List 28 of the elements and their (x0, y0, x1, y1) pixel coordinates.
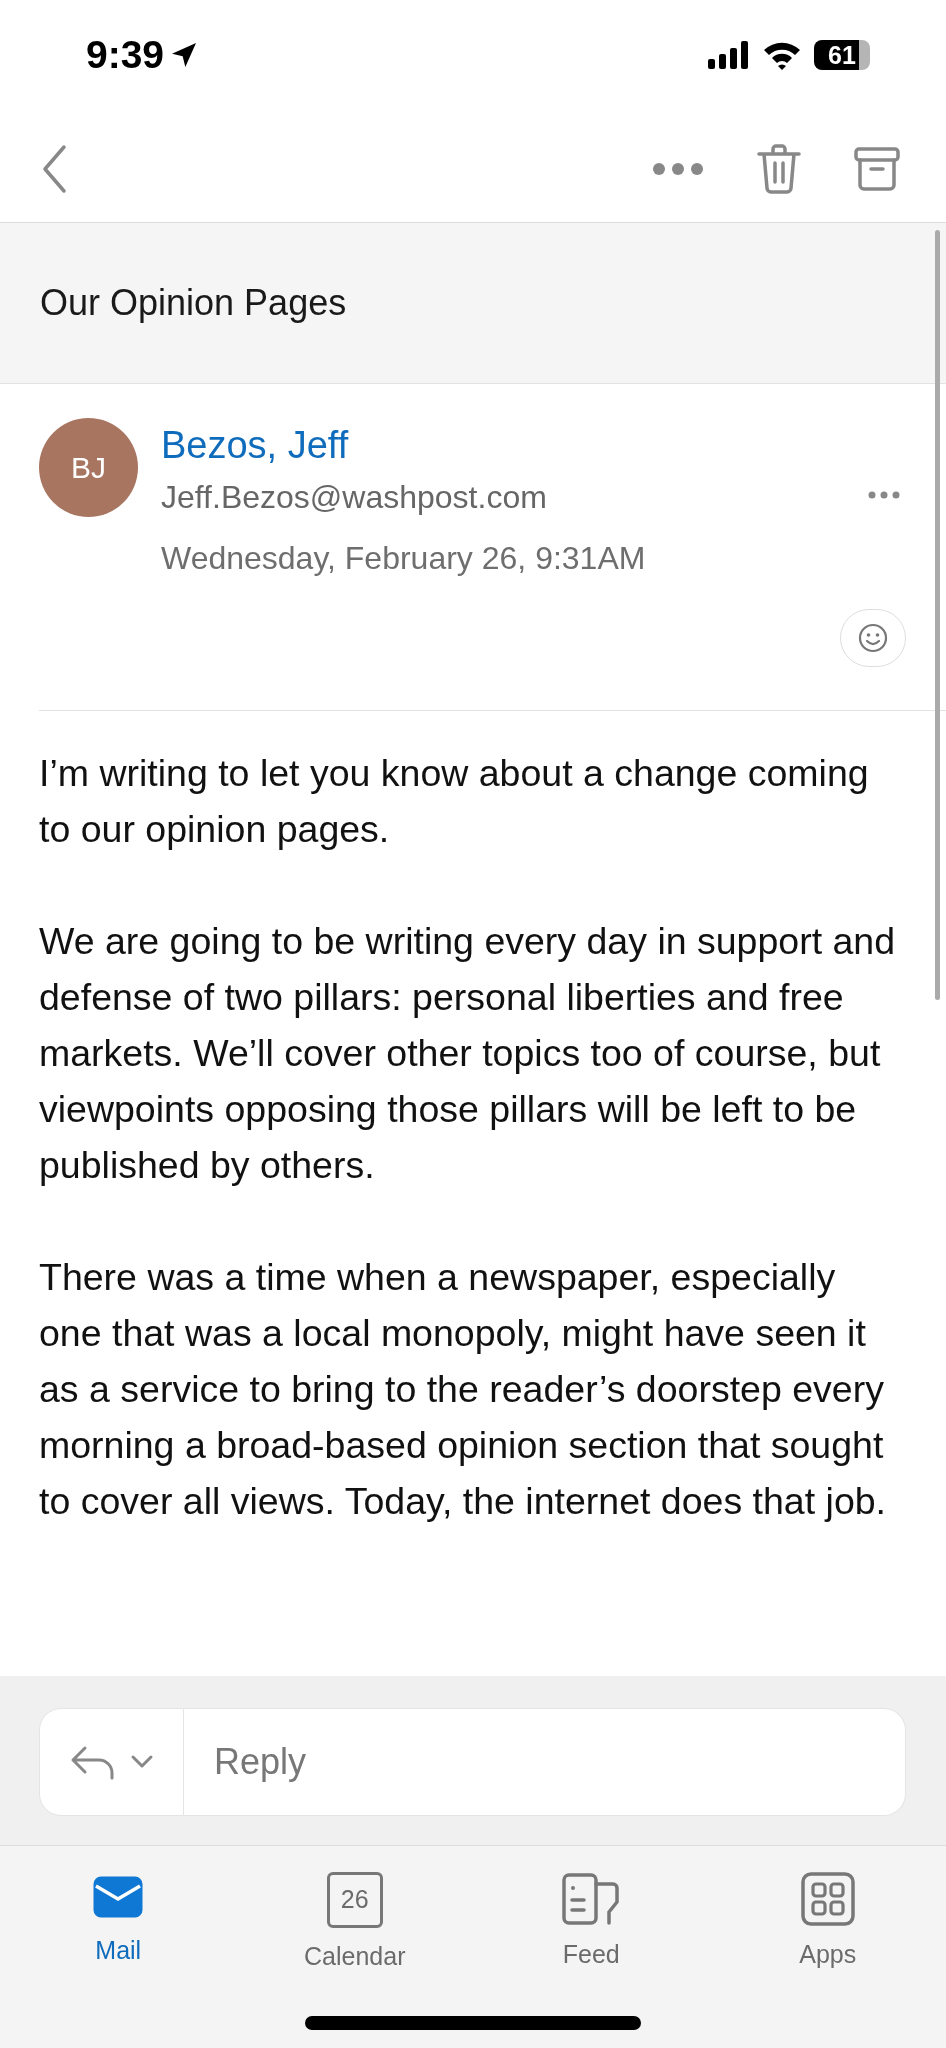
body-paragraph: There was a time when a newspaper, especially one that was a local monopoly, might have seen it as a service to bring to the reader’s doorstep every morning a broad-based opinion section that sought to cover all views. Today, the internet does that job. (39, 1255, 887, 1524)
sender-name[interactable]: Bezos, Jeff (161, 424, 646, 467)
tab[interactable]: Feed (516, 1872, 667, 1969)
body-paragraph: I’m writing to let you know about a change coming to our opinion pages. (39, 751, 870, 852)
email-date: Wednesday, February 26, 9:31AM (161, 540, 646, 577)
tab[interactable]: 26 Calendar (279, 1872, 430, 1971)
calendar-icon: 26 (326, 1872, 383, 1928)
wifi-icon (762, 40, 802, 70)
email-subject: Our Opinion Pages (40, 282, 347, 324)
more-icon (868, 491, 900, 499)
battery-icon: 61 (814, 40, 870, 70)
avatar[interactable]: BJ (39, 418, 138, 517)
feed-icon (561, 1872, 622, 1926)
status-time: 9:39 (86, 33, 165, 77)
apps-grid-icon (800, 1872, 855, 1926)
delete-button[interactable] (756, 144, 802, 194)
body-paragraph: We are going to be writing every day in support and defense of two pillars: personal liberties and free markets. We’ll cover other topics too of course, but viewpoints opposing those pillars will be left to be published by others. (39, 919, 897, 1188)
more-button[interactable] (868, 491, 900, 499)
scrollbar[interactable] (935, 230, 940, 1000)
more-button[interactable] (652, 162, 704, 176)
reply-options-button[interactable] (39, 1708, 184, 1816)
sender-email: Jeff.Bezos@washpost.com (161, 479, 548, 516)
smiley-icon (857, 622, 889, 654)
tab[interactable]: Apps (752, 1872, 903, 1969)
tab[interactable]: Mail (43, 1872, 194, 1965)
archive-button[interactable] (854, 146, 900, 192)
signal-icon (708, 41, 750, 69)
reply-field[interactable]: Reply (184, 1708, 906, 1816)
